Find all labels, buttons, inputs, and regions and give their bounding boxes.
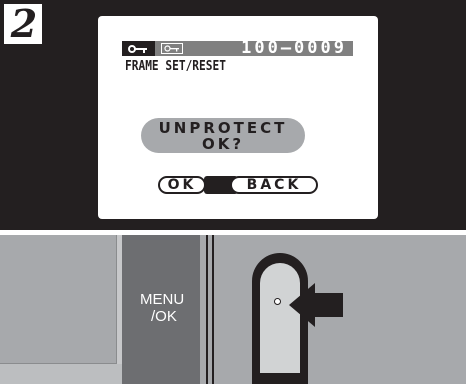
status-bar: 100–0009: [122, 38, 353, 58]
protect-key-outline-icon: [161, 43, 183, 54]
camera-back-illustration: MENU /OK: [0, 235, 466, 384]
grip-stripe: [206, 235, 208, 384]
dialog-text-line2: OK?: [201, 135, 245, 153]
camera-lcd-lip: [0, 364, 122, 384]
step-badge: 2: [2, 2, 44, 46]
menu-button-dot: [274, 298, 281, 305]
menu-title: FRAME SET/RESET: [125, 59, 226, 74]
camera-grip: [200, 235, 236, 384]
protect-key-icon: [122, 41, 155, 56]
camera-lcd: [0, 235, 117, 364]
grip-stripe: [212, 235, 214, 384]
ok-button[interactable]: OK: [158, 176, 206, 194]
back-button[interactable]: BACK: [230, 176, 318, 194]
lcd-screen: 100–0009 FRAME SET/RESET UNPROTECT OK? O…: [98, 16, 378, 219]
menu-label-line2: /OK: [151, 308, 177, 325]
confirm-dialog: UNPROTECT OK?: [141, 118, 305, 153]
camera-lcd-edge: [0, 235, 122, 384]
menu-label-line1: MENU: [140, 291, 185, 308]
instruction-panel: 2 100–0009 FRAME SET/RESET UNPROTECT OK?…: [0, 0, 466, 230]
dialog-buttons: OK BACK: [158, 176, 318, 194]
step-number: 2: [10, 1, 38, 46]
menu-ok-label: MENU /OK: [140, 291, 184, 325]
frame-number: 100–0009: [241, 38, 347, 58]
pointer-arrow-icon: [289, 283, 343, 327]
